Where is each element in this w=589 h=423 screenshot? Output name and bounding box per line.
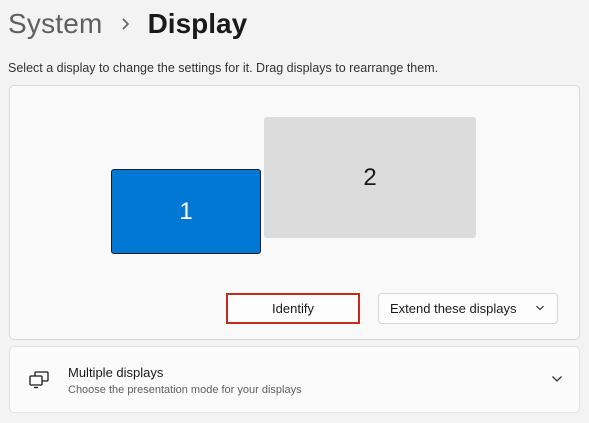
- multiple-displays-subtitle: Choose the presentation mode for your di…: [68, 384, 302, 396]
- chevron-down-icon[interactable]: [551, 375, 563, 383]
- multiple-displays-card[interactable]: Multiple displays Choose the presentatio…: [9, 346, 580, 413]
- monitor-1-label: 1: [179, 197, 193, 225]
- monitor-2[interactable]: 2: [264, 117, 476, 238]
- multiple-displays-icon: [28, 370, 50, 390]
- monitor-1[interactable]: 1: [111, 169, 261, 254]
- monitor-2-label: 2: [363, 163, 377, 191]
- multiple-displays-title: Multiple displays: [68, 365, 164, 380]
- page-title: Display: [147, 8, 248, 39]
- display-arrangement-panel: 1 2 Identify Extend these displays: [9, 85, 580, 340]
- breadcrumb-system-link[interactable]: System: [8, 8, 103, 40]
- chevron-down-icon: [535, 304, 545, 312]
- identify-button[interactable]: Identify: [226, 293, 360, 324]
- display-mode-value: Extend these displays: [390, 301, 517, 316]
- arrange-instructions: Select a display to change the settings …: [8, 61, 439, 75]
- chevron-right-icon: [121, 17, 130, 31]
- breadcrumb: System Display: [8, 2, 247, 46]
- display-mode-dropdown[interactable]: Extend these displays: [378, 293, 558, 324]
